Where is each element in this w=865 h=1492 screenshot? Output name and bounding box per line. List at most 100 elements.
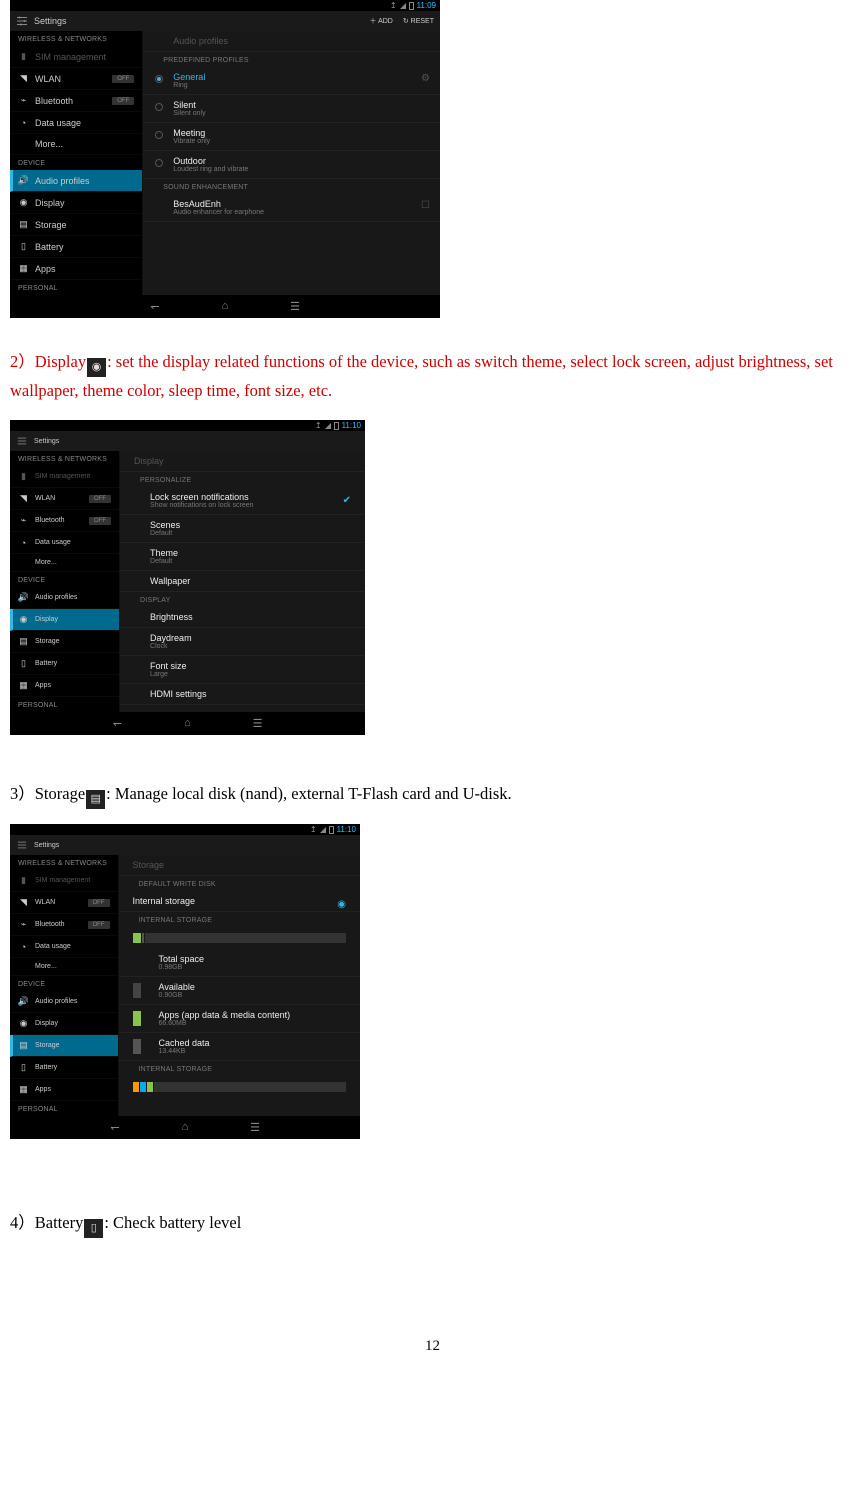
radio-icon	[155, 103, 163, 111]
wlan-toggle[interactable]: OFF	[89, 495, 111, 503]
content-header-display: DISPLAY	[120, 592, 365, 607]
sidebar-item-storage[interactable]: ▤Storage	[10, 631, 119, 653]
sidebar-item-audio[interactable]: 🔊Audio profiles	[10, 587, 119, 609]
battery-icon	[334, 422, 339, 430]
audio-icon: 🔊	[18, 996, 29, 1007]
storage-inline-icon: ▤	[86, 790, 105, 809]
bluetooth-toggle[interactable]: OFF	[89, 517, 111, 525]
sidebar-item-label: Storage	[35, 220, 67, 230]
bluetooth-toggle[interactable]: OFF	[88, 921, 110, 929]
content-header-predefined: PREDEFINED PROFILES	[143, 52, 440, 67]
sidebar-item-datausage[interactable]: ◔Data usage	[10, 532, 119, 554]
radio-icon	[155, 75, 163, 83]
recent-button[interactable]: ☰	[245, 1121, 265, 1134]
display-icon: ◉	[18, 614, 29, 625]
battery-icon	[409, 2, 414, 10]
wlan-toggle[interactable]: OFF	[88, 899, 110, 907]
upload-icon: ↥	[315, 421, 322, 430]
lock-screen-notifications[interactable]: Lock screen notifications Show notificat…	[120, 487, 365, 515]
sidebar-item-datausage[interactable]: ◔Data usage	[10, 936, 118, 958]
sidebar-item-apps[interactable]: ▦Apps	[10, 675, 119, 697]
sidebar-item-display[interactable]: ◉Display	[10, 1013, 118, 1035]
sidebar-item-sim[interactable]: ▮SIM management	[10, 870, 118, 892]
sidebar-item-wlan[interactable]: ◥WLANOFF	[10, 488, 119, 510]
nav-buttons: ↽ ⌂ ☰	[10, 712, 365, 735]
sidebar-item-more[interactable]: More...	[10, 958, 118, 976]
checkbox-icon[interactable]: ☐	[421, 200, 430, 211]
storage-usage-bar-2	[119, 1076, 361, 1098]
cached-bar-icon	[133, 1039, 141, 1054]
daydream[interactable]: DaydreamClock	[120, 628, 365, 656]
profile-silent[interactable]: Silent Silent only	[143, 95, 440, 123]
sidebar-item-storage[interactable]: ▤Storage	[10, 1035, 118, 1057]
sidebar-item-apps[interactable]: ▦Apps	[10, 1079, 118, 1101]
sidebar-item-wlan[interactable]: ◥ WLAN OFF	[10, 68, 142, 90]
content-header-default: DEFAULT WRITE DISK	[119, 876, 361, 891]
sidebar-item-more[interactable]: More...	[10, 554, 119, 572]
sidebar-item-audio[interactable]: 🔊 Audio profiles	[10, 170, 142, 192]
storage-seg-apps	[133, 933, 141, 943]
home-button[interactable]: ⌂	[178, 717, 198, 730]
sidebar-item-display[interactable]: ◉ Display	[10, 192, 142, 214]
sidebar-item-wlan[interactable]: ◥WLANOFF	[10, 892, 118, 914]
profile-meeting[interactable]: Meeting Vibrate only	[143, 123, 440, 151]
back-button[interactable]: ↽	[145, 300, 165, 313]
total-space[interactable]: Total space 0.98GB	[119, 949, 361, 977]
font-size[interactable]: Font sizeLarge	[120, 656, 365, 684]
sidebar-item-bluetooth[interactable]: ⌁BluetoothOFF	[10, 510, 119, 532]
sidebar-item-storage[interactable]: ▤ Storage	[10, 214, 142, 236]
sidebar-item-sim[interactable]: ▮ SIM management	[10, 46, 142, 68]
hdmi-settings[interactable]: HDMI settings	[120, 684, 365, 705]
sidebar-item-battery[interactable]: ▯Battery	[10, 653, 119, 675]
sound-besaudenh[interactable]: BesAudEnh Audio enhancer for earphone ☐	[143, 194, 440, 222]
content-title: Display	[120, 451, 365, 472]
home-button[interactable]: ⌂	[215, 300, 235, 313]
sidebar-item-label: SIM management	[35, 52, 106, 62]
back-button[interactable]: ↽	[105, 1121, 125, 1134]
recent-button[interactable]: ☰	[248, 717, 268, 730]
sidebar-item-bluetooth[interactable]: ⌁BluetoothOFF	[10, 914, 118, 936]
sidebar-item-battery[interactable]: ▯Battery	[10, 1057, 118, 1079]
cached-data[interactable]: Cached data 13.44KB	[119, 1033, 361, 1061]
settings-icon	[16, 839, 28, 851]
page-title: Settings	[34, 438, 59, 445]
theme[interactable]: ThemeDefault	[120, 543, 365, 571]
sidebar-item-label: Audio profiles	[35, 176, 90, 186]
content-header-internal2: INTERNAL STORAGE	[119, 1061, 361, 1076]
wlan-toggle[interactable]: OFF	[112, 75, 134, 83]
recent-button[interactable]: ☰	[285, 300, 305, 313]
add-button[interactable]: ＋ ADD	[370, 16, 393, 26]
sidebar-item-battery[interactable]: ▯ Battery	[10, 236, 142, 258]
sidebar-header-device: DEVICE	[10, 155, 142, 170]
wallpaper[interactable]: Wallpaper	[120, 571, 365, 592]
apps-space[interactable]: Apps (app data & media content) 66.60MB	[119, 1005, 361, 1033]
sidebar-item-audio[interactable]: 🔊Audio profiles	[10, 991, 118, 1013]
storage-icon: ▤	[18, 219, 29, 230]
profile-general[interactable]: General Ring ⚙	[143, 67, 440, 95]
profile-outdoor[interactable]: Outdoor Loudest ring and vibrate	[143, 151, 440, 179]
sidebar-header-wireless: WIRELESS & NETWORKS	[10, 855, 118, 870]
reset-button[interactable]: ↻ RESET	[403, 17, 434, 25]
sidebar-item-more[interactable]: More...	[10, 134, 142, 155]
sidebar-item-bluetooth[interactable]: ⌁ Bluetooth OFF	[10, 90, 142, 112]
home-button[interactable]: ⌂	[175, 1121, 195, 1134]
available-space[interactable]: Available 0.90GB	[119, 977, 361, 1005]
scenes[interactable]: ScenesDefault	[120, 515, 365, 543]
sidebar-item-display[interactable]: ◉Display	[10, 609, 119, 631]
internal-storage-radio[interactable]: Internal storage ◉	[119, 891, 361, 912]
page-title: Settings	[34, 842, 59, 849]
content-title: Audio profiles	[143, 31, 440, 52]
sidebar-item-sim[interactable]: ▮SIM management	[10, 466, 119, 488]
brightness[interactable]: Brightness	[120, 607, 365, 628]
apps-bar-icon	[133, 1011, 141, 1026]
status-bar: ↥ 11:10	[10, 824, 360, 835]
sidebar-item-datausage[interactable]: ◔ Data usage	[10, 112, 142, 134]
gear-icon[interactable]: ⚙	[421, 73, 430, 84]
check-icon[interactable]: ✔	[343, 495, 351, 506]
audio-icon: 🔊	[18, 175, 29, 186]
bluetooth-icon: ⌁	[18, 919, 29, 930]
sidebar-item-apps[interactable]: ▦ Apps	[10, 258, 142, 280]
bluetooth-toggle[interactable]: OFF	[112, 97, 134, 105]
status-time: 11:09	[417, 1, 436, 10]
back-button[interactable]: ↽	[108, 717, 128, 730]
